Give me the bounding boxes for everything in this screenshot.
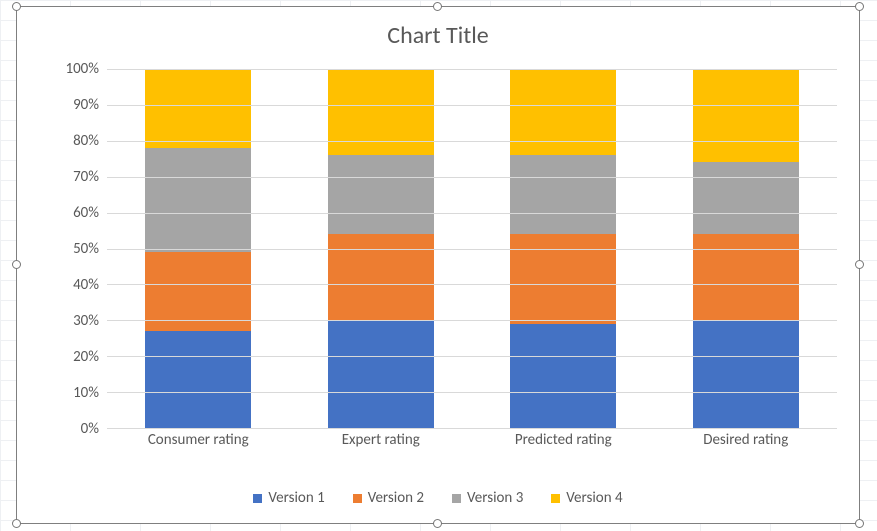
x-axis-label: Predicted rating bbox=[472, 431, 655, 459]
chart-object[interactable]: Chart Title 0% 10% 20% 30% 40% 50% 60% 70% 80% 90… bbox=[16, 6, 860, 524]
legend[interactable]: Version 1 Version 2 Version 3 Version 4 bbox=[17, 489, 859, 507]
y-tick-label: 50% bbox=[73, 240, 99, 258]
y-tick-label: 80% bbox=[73, 132, 99, 150]
bar-segment[interactable] bbox=[328, 155, 434, 234]
gridline bbox=[107, 177, 837, 178]
gridline bbox=[107, 284, 837, 285]
gridline bbox=[107, 69, 837, 70]
resize-handle-se[interactable] bbox=[855, 519, 864, 528]
gridline bbox=[107, 213, 837, 214]
chart-title[interactable]: Chart Title bbox=[17, 21, 859, 50]
y-tick-label: 10% bbox=[73, 384, 99, 402]
bar-segment[interactable] bbox=[693, 234, 799, 320]
x-axis-label: Desired rating bbox=[655, 431, 838, 459]
plot-area[interactable] bbox=[107, 69, 837, 429]
legend-label: Version 4 bbox=[566, 489, 622, 507]
plot-region: 0%10%20%30%40%50%60%70%80%90%100% bbox=[49, 69, 837, 429]
bar-segment[interactable] bbox=[693, 320, 799, 428]
gridline bbox=[107, 428, 837, 429]
y-axis: 0%10%20%30%40%50%60%70%80%90%100% bbox=[49, 69, 107, 429]
bar-segment[interactable] bbox=[510, 155, 616, 234]
bar-segment[interactable] bbox=[693, 69, 799, 162]
legend-item[interactable]: Version 4 bbox=[551, 489, 622, 507]
y-tick-label: 70% bbox=[73, 168, 99, 186]
legend-swatch bbox=[353, 494, 362, 503]
legend-label: Version 1 bbox=[268, 489, 324, 507]
legend-swatch bbox=[253, 494, 262, 503]
x-axis-label: Expert rating bbox=[290, 431, 473, 459]
resize-handle-n[interactable] bbox=[433, 2, 442, 11]
y-tick-label: 90% bbox=[73, 96, 99, 114]
legend-label: Version 3 bbox=[467, 489, 523, 507]
gridline bbox=[107, 320, 837, 321]
gridline bbox=[107, 141, 837, 142]
legend-item[interactable]: Version 3 bbox=[452, 489, 523, 507]
legend-swatch bbox=[551, 494, 560, 503]
bar-segment[interactable] bbox=[328, 69, 434, 155]
bar-segment[interactable] bbox=[145, 69, 251, 148]
gridline bbox=[107, 392, 837, 393]
y-tick-label: 20% bbox=[73, 348, 99, 366]
bar-segment[interactable] bbox=[328, 320, 434, 428]
y-tick-label: 30% bbox=[73, 312, 99, 330]
bar-segment[interactable] bbox=[145, 252, 251, 331]
bar-segment[interactable] bbox=[145, 331, 251, 428]
y-tick-label: 40% bbox=[73, 276, 99, 294]
bar-segment[interactable] bbox=[510, 69, 616, 155]
bar-segment[interactable] bbox=[693, 162, 799, 234]
bar-segment[interactable] bbox=[328, 234, 434, 320]
resize-handle-nw[interactable] bbox=[12, 2, 21, 11]
y-tick-label: 0% bbox=[81, 420, 99, 438]
resize-handle-w[interactable] bbox=[12, 260, 21, 269]
bar-segment[interactable] bbox=[145, 148, 251, 252]
resize-handle-sw[interactable] bbox=[12, 519, 21, 528]
gridline bbox=[107, 356, 837, 357]
legend-item[interactable]: Version 1 bbox=[253, 489, 324, 507]
gridline bbox=[107, 249, 837, 250]
legend-swatch bbox=[452, 494, 461, 503]
x-axis-label: Consumer rating bbox=[107, 431, 290, 459]
resize-handle-e[interactable] bbox=[855, 260, 864, 269]
resize-handle-ne[interactable] bbox=[855, 2, 864, 11]
bar-segment[interactable] bbox=[510, 324, 616, 428]
resize-handle-s[interactable] bbox=[433, 519, 442, 528]
x-axis: Consumer ratingExpert ratingPredicted ra… bbox=[107, 431, 837, 459]
gridline bbox=[107, 105, 837, 106]
y-tick-label: 60% bbox=[73, 204, 99, 222]
legend-item[interactable]: Version 2 bbox=[353, 489, 424, 507]
y-tick-label: 100% bbox=[65, 60, 99, 78]
legend-label: Version 2 bbox=[368, 489, 424, 507]
